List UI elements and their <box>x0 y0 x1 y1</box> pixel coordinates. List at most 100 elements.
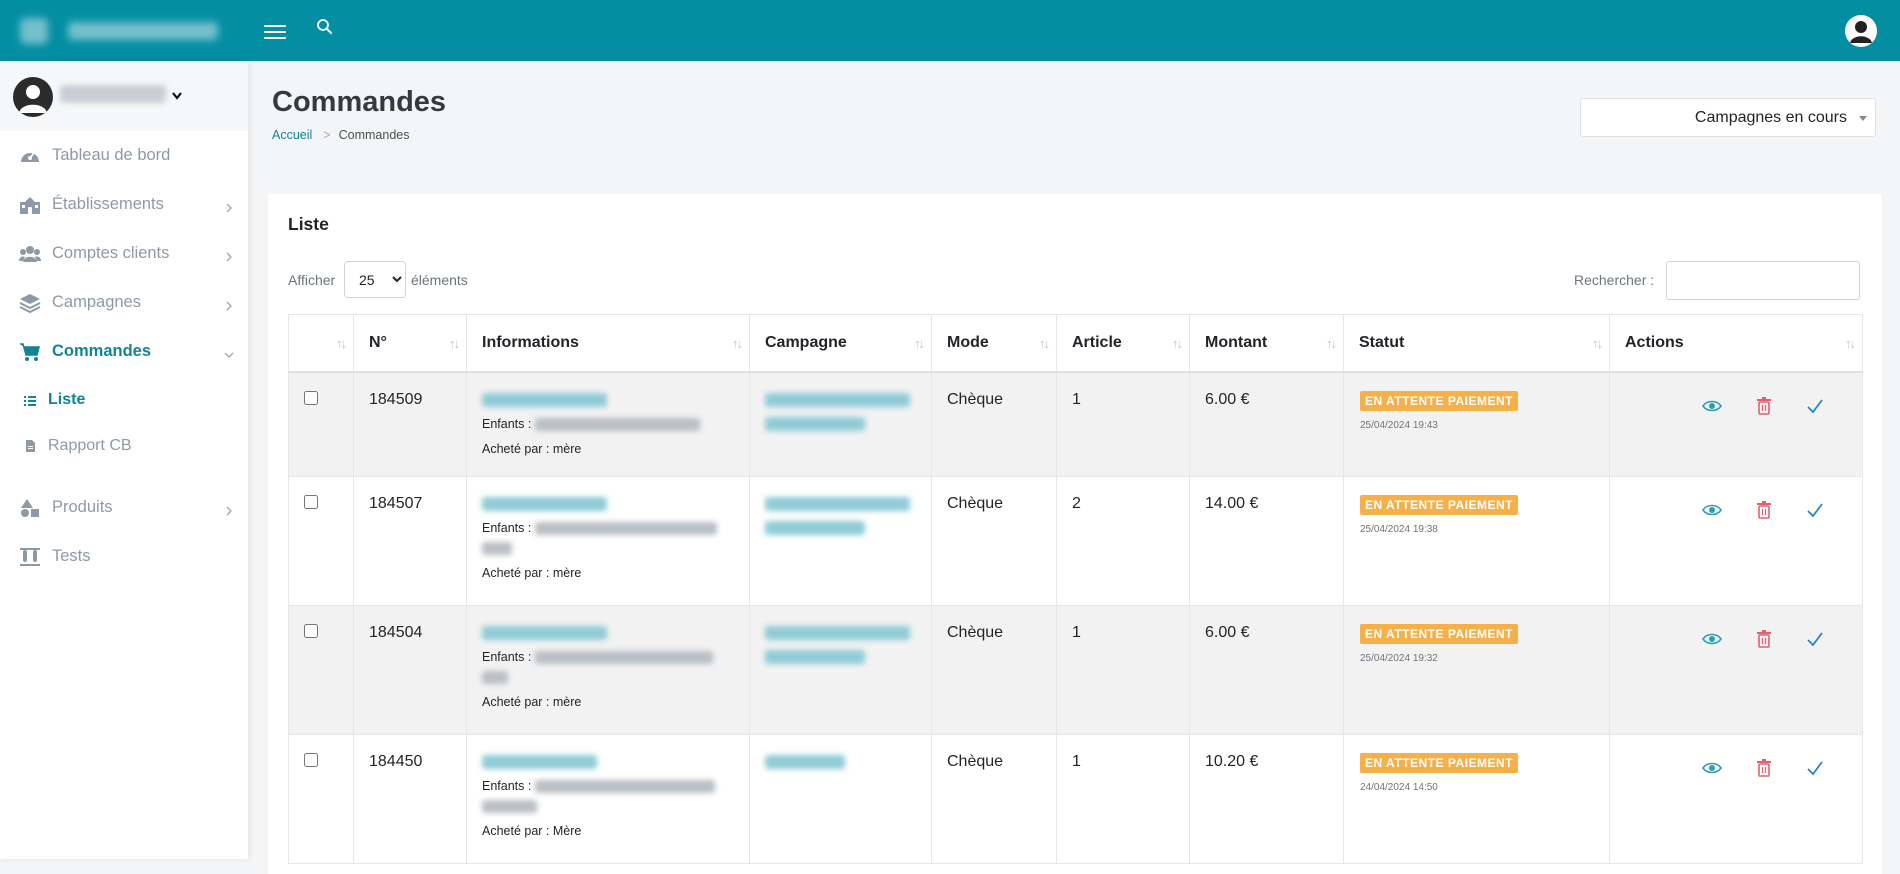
children-names-redacted <box>534 417 700 431</box>
chevron-right-icon: > <box>323 128 331 142</box>
campaign-link[interactable] <box>765 497 910 511</box>
order-amount: 10.20 € <box>1189 734 1344 864</box>
caret-down-icon <box>1859 116 1867 121</box>
sidebar-subitem-rapport-cb[interactable]: Rapport CB <box>0 430 248 462</box>
table-row[interactable]: 184450 Enfants : Acheté par : Mère Chèqu… <box>288 734 1863 864</box>
column-header-montant[interactable]: Montant ↑↓ <box>1189 314 1344 373</box>
avatar <box>13 77 53 117</box>
children-label: Enfants : <box>482 521 532 535</box>
order-articles: 1 <box>1056 605 1190 735</box>
sidebar: Tableau de bord Établissements Comptes c… <box>0 61 248 859</box>
sort-icon: ↑↓ <box>1039 336 1050 351</box>
customer-name-link[interactable] <box>482 626 607 640</box>
row-checkbox[interactable] <box>304 390 318 405</box>
column-header-number[interactable]: N° ↑↓ <box>353 314 467 373</box>
eye-icon[interactable] <box>1702 758 1722 778</box>
table-row[interactable]: 184509 Enfants : Acheté par : mère Chèqu… <box>288 371 1863 477</box>
table-row[interactable]: 184504 Enfants : Acheté par : mère Chèqu… <box>288 605 1863 735</box>
children-names-redacted <box>534 651 713 665</box>
eye-icon[interactable] <box>1702 500 1722 520</box>
sidebar-subitem-label: Liste <box>48 391 86 408</box>
status-date: 25/04/2024 19:43 <box>1360 419 1438 431</box>
status-badge: EN ATTENTE PAIEMENT <box>1360 390 1518 411</box>
row-select-cell <box>288 605 354 735</box>
sidebar-item-label: Tableau de bord <box>52 146 171 164</box>
status-date: 25/04/2024 19:32 <box>1360 653 1438 664</box>
row-checkbox[interactable] <box>304 495 318 509</box>
breadcrumb-home-link[interactable]: Accueil <box>272 128 312 142</box>
row-checkbox[interactable] <box>304 624 318 638</box>
customer-name-link[interactable] <box>482 755 597 769</box>
customer-name-link[interactable] <box>482 497 607 511</box>
trash-icon[interactable] <box>1754 629 1774 649</box>
sidebar-subitem-liste[interactable]: Liste <box>0 384 248 416</box>
column-header-select[interactable]: ↑↓ <box>288 314 354 373</box>
eye-icon[interactable] <box>1702 396 1722 416</box>
sidebar-item-campagnes[interactable]: Campagnes <box>0 283 248 323</box>
campaign-filter-value: Campagnes en cours <box>1694 109 1847 126</box>
trash-icon[interactable] <box>1754 500 1774 520</box>
sidebar-item-commandes[interactable]: Commandes <box>0 332 248 372</box>
list-icon <box>23 393 37 407</box>
sidebar-user[interactable] <box>0 61 248 131</box>
bought-by: Acheté par : mère <box>482 566 582 580</box>
eye-icon[interactable] <box>1702 629 1722 649</box>
column-header-mode[interactable]: Mode ↑↓ <box>931 314 1057 373</box>
campaign-link-line2 <box>765 521 865 535</box>
sidebar-item-comptes-clients[interactable]: Comptes clients <box>0 234 248 274</box>
order-info: Enfants : Acheté par : mère <box>466 476 750 606</box>
check-icon[interactable] <box>1805 500 1825 520</box>
search-input[interactable] <box>1666 261 1860 300</box>
table-header-row: ↑↓ N° ↑↓ Informations ↑↓ Campagne ↑↓ Mode ↑↓… <box>288 314 1863 373</box>
sidebar-item-tests[interactable]: Tests <box>0 537 248 577</box>
page-length-select[interactable]: 25 <box>344 261 406 298</box>
order-actions <box>1609 605 1863 735</box>
order-campaign <box>749 371 932 477</box>
row-select-cell <box>288 371 354 477</box>
chevron-down-icon[interactable] <box>171 88 183 100</box>
trash-icon[interactable] <box>1754 758 1774 778</box>
order-amount: 6.00 € <box>1189 605 1344 735</box>
campaign-link[interactable] <box>765 392 910 407</box>
sort-icon: ↑↓ <box>336 336 347 351</box>
chevron-right-icon <box>224 298 234 311</box>
sidebar-item-tableau-de-bord[interactable]: Tableau de bord <box>0 136 248 176</box>
sidebar-item-produits[interactable]: Produits <box>0 488 248 528</box>
chevron-right-icon <box>224 200 234 213</box>
sidebar-item-etablissements[interactable]: Établissements <box>0 185 248 225</box>
page-length-suffix: éléments <box>411 272 468 288</box>
search-icon[interactable] <box>316 18 334 36</box>
campaign-link[interactable] <box>765 626 910 640</box>
campaign-link[interactable] <box>765 755 845 769</box>
page-length-label: Afficher <box>288 272 336 288</box>
page-title: Commandes <box>272 86 447 118</box>
orders-table: ↑↓ N° ↑↓ Informations ↑↓ Campagne ↑↓ Mode ↑↓… <box>288 314 1863 864</box>
status-badge: EN ATTENTE PAIEMENT <box>1360 624 1518 644</box>
order-campaign <box>749 476 932 606</box>
check-icon[interactable] <box>1805 629 1825 649</box>
hamburger-icon[interactable] <box>264 21 286 41</box>
customer-name-link[interactable] <box>482 392 607 407</box>
check-icon[interactable] <box>1805 758 1825 778</box>
card-title: Liste <box>288 214 329 234</box>
brand-logo[interactable] <box>20 14 230 48</box>
order-number: 184504 <box>353 605 467 735</box>
shapes-icon <box>19 498 41 518</box>
order-amount: 14.00 € <box>1189 476 1344 606</box>
column-header-statut[interactable]: Statut ↑↓ <box>1343 314 1610 373</box>
campaign-filter-select[interactable]: Campagnes en cours <box>1580 98 1876 137</box>
check-icon[interactable] <box>1805 396 1825 416</box>
user-avatar-icon[interactable] <box>1845 15 1877 47</box>
orders-card: Liste Afficher 25 éléments Rechercher : … <box>268 194 1882 874</box>
column-header-campagne[interactable]: Campagne ↑↓ <box>749 314 932 373</box>
row-checkbox[interactable] <box>304 753 318 767</box>
status-date: 24/04/2024 14:50 <box>1360 782 1438 793</box>
table-row[interactable]: 184507 Enfants : Acheté par : mère Chèqu… <box>288 476 1863 606</box>
column-header-actions[interactable]: Actions ↑↓ <box>1609 314 1863 373</box>
order-number: 184507 <box>353 476 467 606</box>
column-header-article[interactable]: Article ↑↓ <box>1056 314 1190 373</box>
status-badge: EN ATTENTE PAIEMENT <box>1360 753 1518 773</box>
column-header-informations[interactable]: Informations ↑↓ <box>466 314 750 373</box>
trash-icon[interactable] <box>1754 396 1774 416</box>
school-building-icon <box>19 195 41 215</box>
